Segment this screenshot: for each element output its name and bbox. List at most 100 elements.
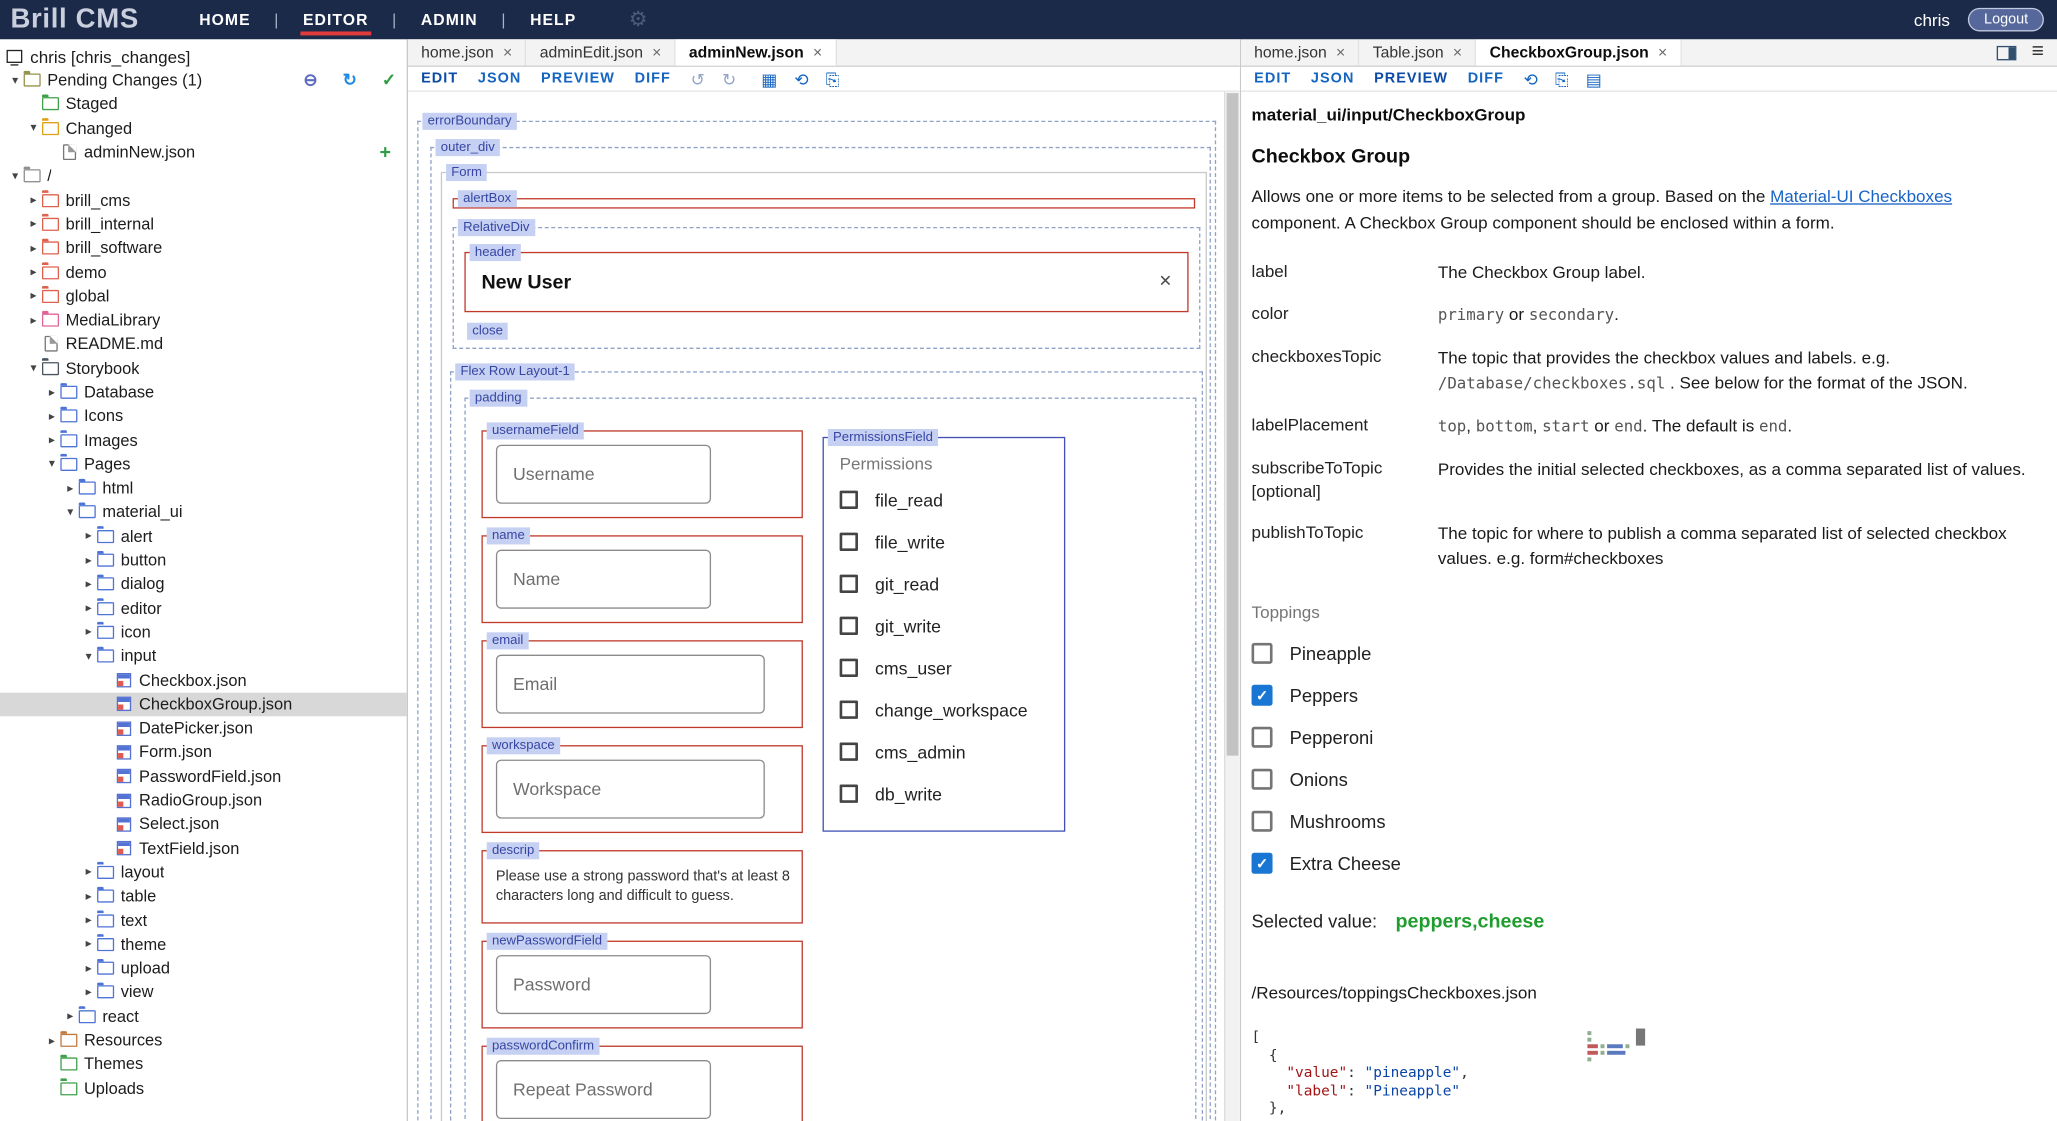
- close-tab-icon[interactable]: ×: [503, 43, 512, 61]
- tree-arrow-icon[interactable]: ▾: [25, 121, 42, 135]
- checkbox-unchecked-icon[interactable]: [840, 491, 858, 509]
- checkbox-checked-icon[interactable]: ✓: [1252, 853, 1273, 874]
- tree-arrow-icon[interactable]: ▸: [25, 289, 42, 303]
- tree-arrow-icon[interactable]: ▾: [43, 457, 60, 471]
- tree-arrow-icon[interactable]: ▸: [80, 961, 97, 975]
- permission-option-cms-user[interactable]: cms_user: [840, 647, 1064, 689]
- tree-item-demo[interactable]: ▸demo: [0, 260, 407, 284]
- tree-item-input[interactable]: ▾input: [0, 644, 407, 668]
- tree-arrow-icon[interactable]: ▸: [80, 865, 97, 879]
- tree-arrow-icon[interactable]: ▸: [80, 913, 97, 927]
- close-icon[interactable]: ×: [1159, 270, 1171, 294]
- tree-item-checkbox-json[interactable]: Checkbox.json: [0, 668, 407, 692]
- component-permissions-field[interactable]: PermissionsField Permissions file_readfi…: [823, 437, 1066, 832]
- chip-newpasswordfield[interactable]: newPasswordField: [487, 933, 608, 950]
- checkbox-unchecked-icon[interactable]: [1252, 769, 1273, 790]
- chip-permissions-field[interactable]: PermissionsField: [828, 429, 938, 446]
- tree-item-database[interactable]: ▸Database: [0, 380, 407, 404]
- remove-circle-icon[interactable]: ⊖: [303, 70, 317, 91]
- workspace-row[interactable]: chris [chris_changes]: [0, 39, 407, 68]
- json-code-editor[interactable]: [ { "value": "pineapple", "label": "Pine…: [1252, 1029, 1652, 1118]
- grid-icon[interactable]: ▦: [761, 70, 777, 87]
- tree-item-table[interactable]: ▸table: [0, 884, 407, 908]
- tree-item-button[interactable]: ▸button: [0, 548, 407, 572]
- tree-item-dialog[interactable]: ▸dialog: [0, 572, 407, 596]
- checkbox-unchecked-icon[interactable]: [840, 743, 858, 761]
- tree-arrow-icon[interactable]: ▸: [80, 577, 97, 591]
- form-input-email[interactable]: [496, 655, 765, 714]
- tree-arrow-icon[interactable]: ▾: [25, 361, 42, 375]
- form-input-workspace[interactable]: [496, 760, 765, 819]
- tree-item-medialibrary[interactable]: ▸MediaLibrary: [0, 308, 407, 332]
- close-tab-icon[interactable]: ×: [652, 43, 661, 61]
- topping-option-extra-cheese[interactable]: ✓Extra Cheese: [1252, 842, 2039, 884]
- toolbar-preview-button[interactable]: PREVIEW: [1374, 71, 1448, 87]
- permission-option-cms-admin[interactable]: cms_admin: [840, 731, 1064, 773]
- checkbox-unchecked-icon[interactable]: [1252, 811, 1273, 832]
- tree-item-x[interactable]: ▾/: [0, 164, 407, 188]
- chip-email[interactable]: email: [487, 632, 529, 649]
- chip-close[interactable]: close: [467, 323, 508, 340]
- chip-passwordconfirm[interactable]: passwordConfirm: [487, 1038, 600, 1055]
- tree-item-brill-software[interactable]: ▸brill_software: [0, 236, 407, 260]
- chip-usernamefield[interactable]: usernameField: [487, 422, 584, 439]
- checkbox-unchecked-icon[interactable]: [840, 701, 858, 719]
- editor-tab-adminedit-json[interactable]: adminEdit.json×: [527, 39, 676, 65]
- tree-arrow-icon[interactable]: ▸: [43, 409, 60, 423]
- chip-error-boundary[interactable]: errorBoundary: [422, 113, 516, 130]
- commit-check-icon[interactable]: ✓: [382, 70, 396, 91]
- tree-arrow-icon[interactable]: ▾: [7, 73, 24, 87]
- checkbox-unchecked-icon[interactable]: [840, 533, 858, 551]
- topping-option-onions[interactable]: Onions: [1252, 758, 2039, 800]
- tree-item-readme-md[interactable]: README.md: [0, 332, 407, 356]
- tree-item-form-json[interactable]: Form.json: [0, 740, 407, 764]
- component-alert-box[interactable]: alertBox: [453, 198, 1196, 208]
- tree-item-passwordfield-json[interactable]: PasswordField.json: [0, 764, 407, 788]
- tree-item-editor[interactable]: ▸editor: [0, 596, 407, 620]
- minimap-slider[interactable]: [1636, 1029, 1645, 1046]
- component-descrip[interactable]: descripPlease use a strong password that…: [481, 850, 802, 923]
- tree-arrow-icon[interactable]: ▸: [80, 601, 97, 615]
- editor-tab-adminnew-json[interactable]: adminNew.json×: [676, 39, 837, 65]
- tree-item-pending-changes-1[interactable]: ▾Pending Changes (1)⊖↻✓: [0, 68, 407, 92]
- permission-option-git-read[interactable]: git_read: [840, 563, 1064, 605]
- tree-item-react[interactable]: ▸react: [0, 1004, 407, 1028]
- menu-editor[interactable]: EDITOR: [300, 5, 371, 35]
- editor-scrollbar-thumb[interactable]: [1227, 93, 1239, 756]
- history-icon[interactable]: ⟲: [794, 70, 808, 87]
- tree-item-alert[interactable]: ▸alert: [0, 524, 407, 548]
- permission-option-db-write[interactable]: db_write: [840, 773, 1064, 815]
- form-designer-canvas[interactable]: errorBoundary outer_div Form alertBox Re…: [408, 92, 1240, 1121]
- component-newpasswordfield[interactable]: newPasswordField: [481, 941, 802, 1029]
- list-icon[interactable]: ▤: [1586, 70, 1602, 87]
- tree-arrow-icon[interactable]: ▸: [25, 217, 42, 231]
- component-form[interactable]: Form alertBox RelativeDiv header New Use…: [441, 172, 1207, 1121]
- preview-tab-home-json[interactable]: home.json×: [1241, 39, 1360, 65]
- gear-icon[interactable]: ⚙: [629, 7, 648, 33]
- tree-item-icons[interactable]: ▸Icons: [0, 404, 407, 428]
- toolbar-edit-button[interactable]: EDIT: [421, 71, 458, 87]
- tree-arrow-icon[interactable]: ▸: [25, 193, 42, 207]
- save-icon[interactable]: ⎘: [826, 70, 840, 87]
- tree-arrow-icon[interactable]: ▸: [62, 481, 79, 495]
- topping-option-pepperoni[interactable]: Pepperoni: [1252, 716, 2039, 758]
- tree-item-staged[interactable]: Staged: [0, 92, 407, 116]
- component-workspace[interactable]: workspace: [481, 745, 802, 833]
- tree-arrow-icon[interactable]: ▾: [80, 649, 97, 663]
- checkbox-unchecked-icon[interactable]: [840, 659, 858, 677]
- undo-icon[interactable]: ↺: [691, 70, 705, 87]
- editor-tab-home-json[interactable]: home.json×: [408, 39, 527, 65]
- topping-option-mushrooms[interactable]: Mushrooms: [1252, 800, 2039, 842]
- checkbox-unchecked-icon[interactable]: [840, 575, 858, 593]
- tree-arrow-icon[interactable]: ▸: [80, 937, 97, 951]
- tree-item-select-json[interactable]: Select.json: [0, 812, 407, 836]
- tree-arrow-icon[interactable]: ▸: [25, 241, 42, 255]
- close-tab-icon[interactable]: ×: [1336, 43, 1345, 61]
- form-input-usernamefield[interactable]: [496, 445, 711, 504]
- component-name[interactable]: name: [481, 535, 802, 623]
- tree-item-datepicker-json[interactable]: DatePicker.json: [0, 716, 407, 740]
- tree-arrow-icon[interactable]: ▸: [43, 1033, 60, 1047]
- tree-item-uploads[interactable]: Uploads: [0, 1076, 407, 1100]
- tree-arrow-icon[interactable]: ▸: [80, 529, 97, 543]
- panel-menu-icon[interactable]: ≡: [2032, 42, 2044, 63]
